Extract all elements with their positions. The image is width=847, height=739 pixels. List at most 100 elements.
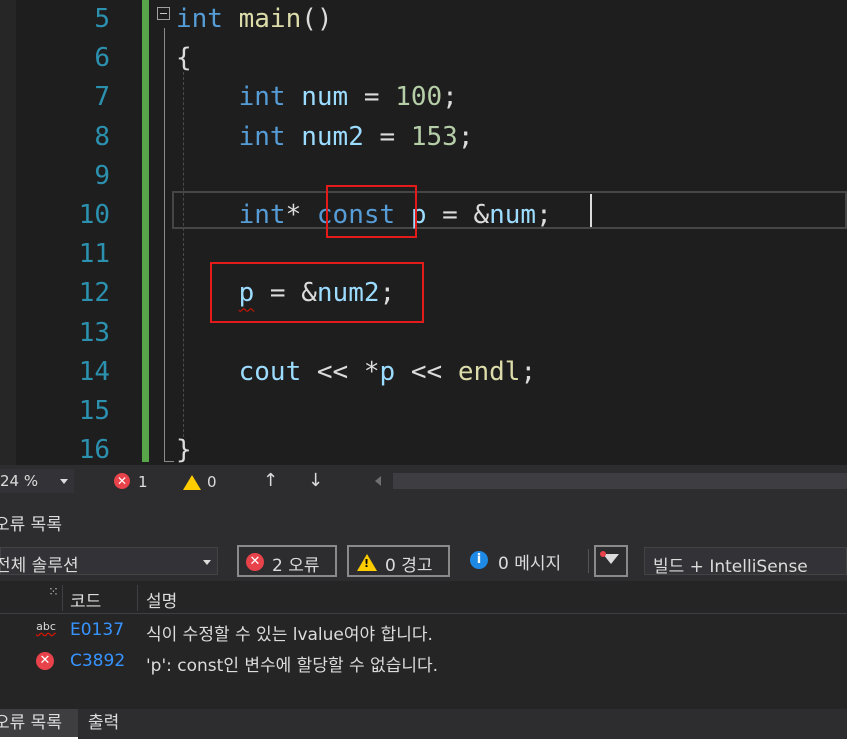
previous-issue-arrow-icon[interactable]: ↑ bbox=[263, 470, 278, 491]
line-number: 16 bbox=[78, 435, 110, 465]
info-icon: i bbox=[470, 551, 488, 569]
scope-value: 전체 솔루션 bbox=[0, 556, 79, 576]
code-token: num bbox=[301, 82, 349, 113]
tab-error-list-label: 오류 목록 bbox=[0, 713, 62, 733]
tab-output-label: 출력 bbox=[88, 713, 120, 733]
tab-error-list[interactable]: 오류 목록 bbox=[0, 709, 78, 739]
editor-status-strip: 24 % ✕ 1 0 ↑ ↓ bbox=[0, 465, 847, 499]
messages-filter-button[interactable]: i 0 메시지 bbox=[460, 545, 585, 577]
code-token: << * bbox=[301, 356, 380, 387]
code-token: = & bbox=[426, 199, 490, 230]
chevron-down-icon bbox=[203, 560, 211, 565]
line-number: 10 bbox=[78, 199, 110, 230]
scope-dropdown[interactable]: 전체 솔루션 bbox=[0, 547, 218, 576]
line-number: 11 bbox=[78, 239, 110, 270]
code-token: ; bbox=[536, 199, 552, 230]
error-code-link[interactable]: C3892 bbox=[70, 651, 125, 671]
code-token: ; bbox=[457, 121, 474, 152]
code-token: 153 bbox=[410, 121, 458, 152]
error-list-toolbar: 전체 솔루션 ✕ 2 오류 ! 0 경고 i 0 메시지 빌드 + Intell… bbox=[0, 541, 847, 581]
error-row[interactable]: ✕ C3892 'p': const인 변수에 할당할 수 없습니다. bbox=[0, 646, 847, 677]
code-line[interactable]: int num2 = 153; bbox=[176, 118, 552, 157]
line-number: 15 bbox=[78, 395, 110, 426]
error-description: 식이 수정할 수 있는 lvalue여야 합니다. bbox=[146, 625, 433, 645]
text-caret bbox=[590, 194, 592, 227]
code-token: 100 bbox=[395, 82, 443, 113]
line-number: 13 bbox=[78, 317, 110, 348]
code-token: ; bbox=[520, 356, 537, 387]
warnings-filter-label: 0 경고 bbox=[385, 556, 433, 576]
line-number: 8 bbox=[94, 121, 110, 152]
code-line[interactable]: cout << *p << endl; bbox=[176, 353, 552, 392]
messages-filter-label: 0 메시지 bbox=[498, 554, 562, 574]
panel-title: 오류 목록 bbox=[0, 515, 62, 535]
error-code-link[interactable]: E0137 bbox=[70, 620, 124, 640]
error-count[interactable]: 1 bbox=[138, 473, 148, 491]
error-icon[interactable]: ✕ bbox=[114, 473, 130, 489]
code-line[interactable]: int num = 100; bbox=[176, 78, 552, 117]
code-token: int bbox=[176, 4, 223, 34]
code-line[interactable] bbox=[176, 392, 552, 431]
build-source-value: 빌드 + IntelliSense bbox=[653, 557, 808, 577]
code-token: endl bbox=[457, 356, 521, 387]
tab-output[interactable]: 출력 bbox=[80, 709, 132, 739]
outline-guide bbox=[164, 28, 165, 462]
filter-button[interactable] bbox=[594, 545, 628, 577]
code-token: ; bbox=[442, 82, 458, 113]
outline-guide-end bbox=[164, 461, 174, 462]
warnings-filter-button[interactable]: ! 0 경고 bbox=[347, 545, 450, 577]
zoom-dropdown[interactable]: 24 % bbox=[0, 469, 74, 493]
column-divider[interactable] bbox=[62, 585, 63, 611]
build-source-dropdown[interactable]: 빌드 + IntelliSense bbox=[644, 547, 847, 577]
horizontal-scrollbar[interactable] bbox=[393, 473, 847, 489]
code-line[interactable]: { bbox=[176, 39, 552, 78]
line-number-gutter: 5 6 7 8 9 10 11 12 13 14 15 16 bbox=[16, 0, 110, 465]
errors-filter-label: 2 오류 bbox=[272, 556, 320, 576]
line-number: 9 bbox=[94, 160, 110, 191]
code-token: num2 bbox=[301, 121, 364, 152]
code-line[interactable]: int main() bbox=[176, 0, 552, 39]
line-number: 12 bbox=[78, 278, 110, 309]
line-number: 7 bbox=[94, 82, 110, 113]
column-header-code[interactable]: 코드 bbox=[70, 587, 101, 612]
editor-left-margin bbox=[0, 0, 16, 465]
change-tracking-bar bbox=[142, 0, 149, 462]
warning-exclamation: ! bbox=[364, 557, 370, 570]
zoom-value: 24 % bbox=[0, 472, 39, 490]
bottom-tab-strip: 오류 목록 출력 bbox=[0, 709, 847, 739]
error-description: 'p': const인 변수에 할당할 수 없습니다. bbox=[146, 656, 439, 676]
errors-filter-button[interactable]: ✕ 2 오류 bbox=[237, 545, 337, 577]
panel-title-bar: 오류 목록 bbox=[0, 499, 847, 541]
column-divider[interactable] bbox=[137, 585, 138, 611]
code-editor[interactable]: 5 6 7 8 9 10 11 12 13 14 15 16 int main() { int num … bbox=[0, 0, 847, 465]
warning-count[interactable]: 0 bbox=[207, 473, 217, 491]
annotation-box-assignment bbox=[210, 262, 424, 323]
line-number: 6 bbox=[94, 43, 110, 74]
filter-active-dot bbox=[600, 551, 606, 557]
column-header-description[interactable]: 설명 bbox=[146, 587, 177, 612]
next-issue-arrow-icon[interactable]: ↓ bbox=[308, 470, 323, 491]
scroll-left-arrow-icon[interactable] bbox=[375, 476, 381, 486]
collapse-outline-icon[interactable] bbox=[157, 7, 170, 20]
warning-icon[interactable] bbox=[183, 475, 201, 490]
error-row[interactable]: abc E0137 식이 수정할 수 있는 lvalue여야 합니다. bbox=[0, 615, 847, 646]
code-token: << bbox=[395, 356, 458, 387]
line-number: 5 bbox=[94, 4, 110, 34]
sort-grip-icon[interactable]: ⁙ bbox=[48, 585, 59, 600]
code-token: { bbox=[176, 43, 192, 74]
code-line[interactable]: } bbox=[176, 431, 552, 465]
code-token: int bbox=[238, 121, 286, 152]
toolbar-divider bbox=[588, 549, 589, 573]
error-list-panel: 오류 목록 전체 솔루션 ✕ 2 오류 ! 0 경고 i 0 메시지 빌드 + … bbox=[0, 499, 847, 709]
annotation-box-const bbox=[326, 185, 417, 238]
error-list-header: ⁙ 코드 설명 bbox=[0, 581, 847, 614]
code-token: () bbox=[301, 4, 333, 34]
code-token: * bbox=[285, 199, 317, 230]
